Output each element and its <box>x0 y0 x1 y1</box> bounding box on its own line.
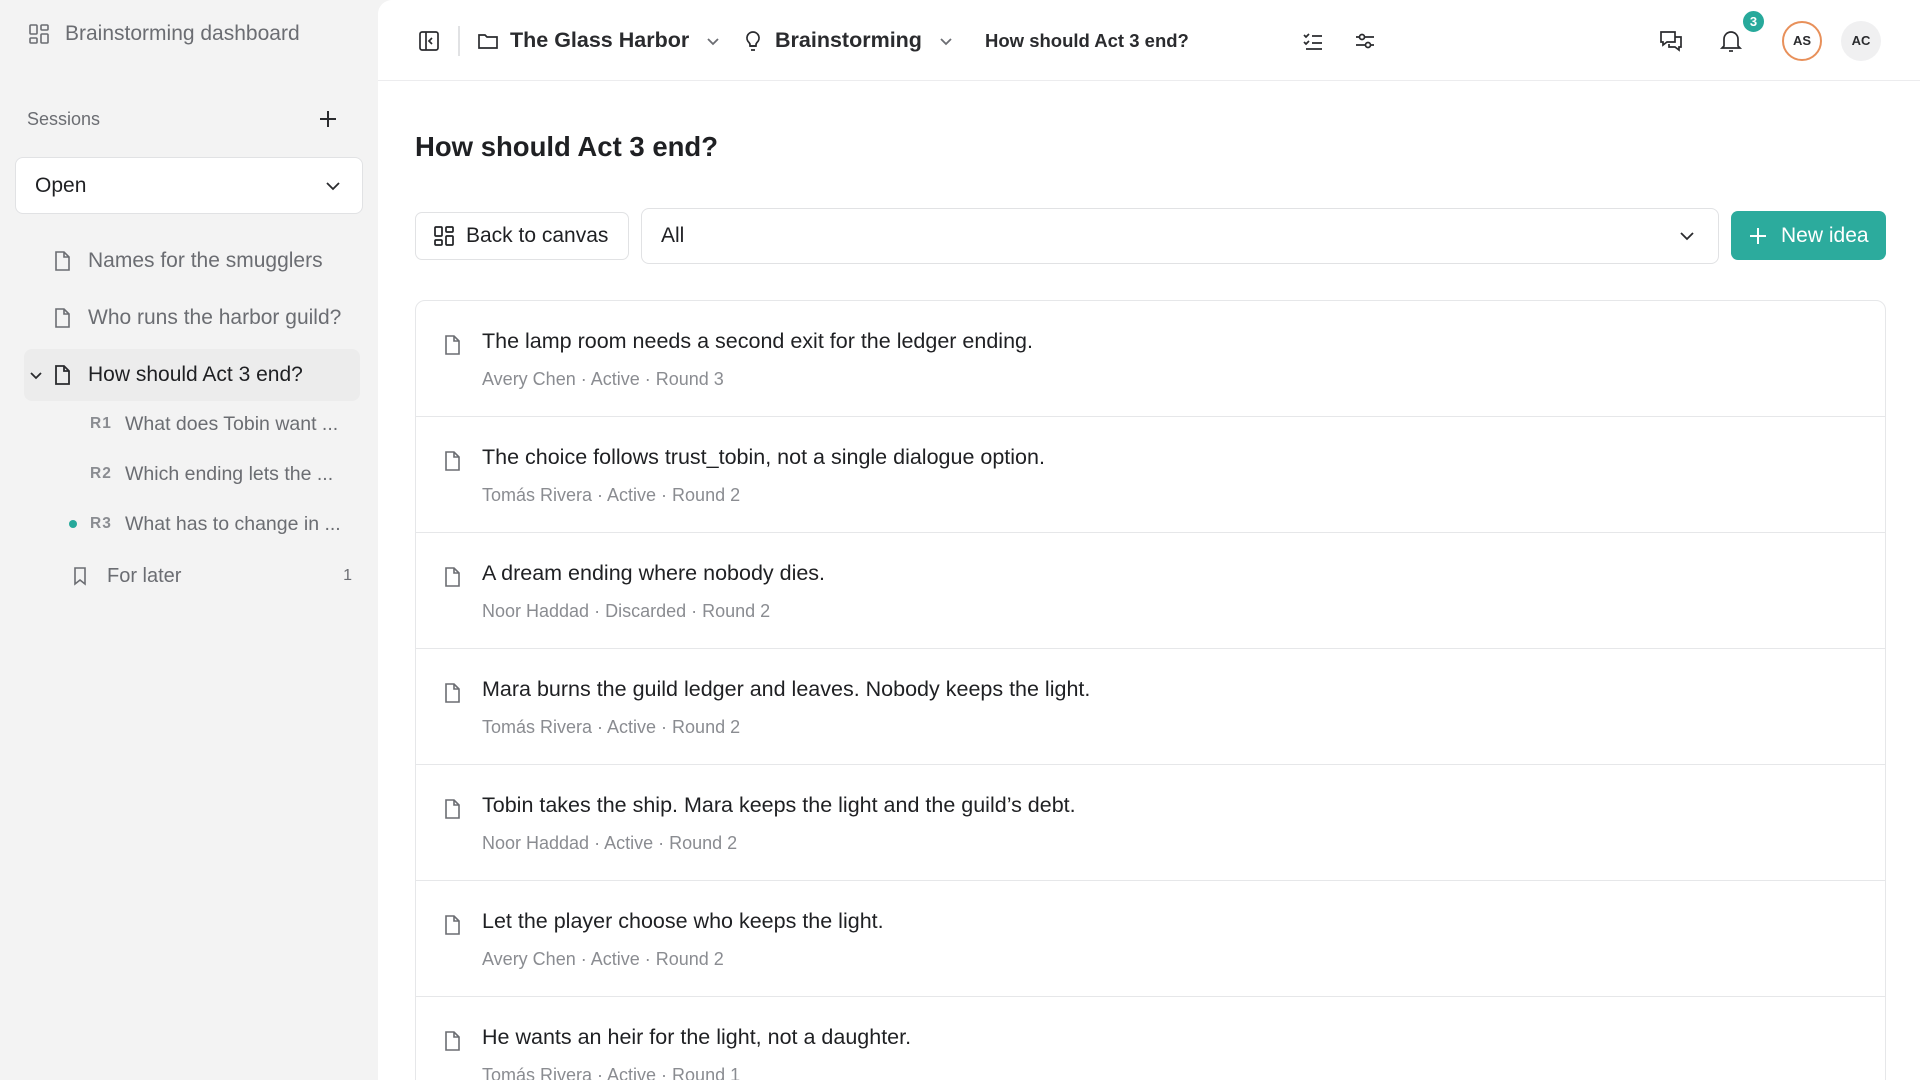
plus-icon <box>320 111 336 127</box>
idea-text: The choice follows trust_tobin, not a si… <box>482 445 1045 469</box>
session-item-label: Names for the smugglers <box>88 249 323 272</box>
idea-row[interactable]: A dream ending where nobody dies. Noor H… <box>416 533 1885 649</box>
add-session-button[interactable] <box>313 104 343 134</box>
idea-row[interactable]: The choice follows trust_tobin, not a si… <box>416 417 1885 533</box>
brand-label: Brainstorming dashboard <box>65 22 300 45</box>
lightbulb-icon <box>746 30 760 51</box>
avatar[interactable]: AS <box>1782 20 1822 61</box>
document-icon <box>445 1031 460 1051</box>
bell-icon[interactable] <box>1717 27 1745 55</box>
mode-name: Brainstorming <box>775 28 922 52</box>
sessions-header: Sessions <box>27 104 343 134</box>
back-to-canvas-button[interactable]: Back to canvas <box>415 212 629 260</box>
current-round-dot <box>69 520 77 528</box>
for-later-item[interactable]: For later 1 <box>70 556 352 596</box>
sessions-label: Sessions <box>27 108 101 129</box>
idea-text: A dream ending where nobody dies. <box>482 561 826 585</box>
round-label: What does Tobin want ... <box>125 412 339 435</box>
idea-text: Let the player choose who keeps the ligh… <box>482 909 884 933</box>
chevron-down-icon <box>326 181 340 190</box>
document-icon <box>445 799 460 819</box>
brand[interactable]: Brainstorming dashboard <box>27 22 300 46</box>
for-later-count: 1 <box>343 567 352 584</box>
idea-row[interactable]: Mara burns the guild ledger and leaves. … <box>416 649 1885 765</box>
idea-row[interactable]: Let the player choose who keeps the ligh… <box>416 881 1885 997</box>
document-icon <box>50 306 74 330</box>
sliders-icon[interactable] <box>1351 27 1379 55</box>
chevron-down-icon <box>1680 232 1694 241</box>
sidebar: Brainstorming dashboard Sessions Open Na… <box>0 0 378 1080</box>
back-to-canvas-label: Back to canvas <box>466 224 609 247</box>
divider <box>458 26 460 56</box>
chevron-down-icon <box>940 37 952 45</box>
page-title: How should Act 3 end? <box>415 131 719 162</box>
chat-icon[interactable] <box>1657 27 1685 55</box>
idea-meta: Noor Haddad · Discarded · Round 2 <box>482 601 771 621</box>
idea-meta: Noor Haddad · Active · Round 2 <box>482 833 738 853</box>
idea-meta: Tomás Rivera · Active · Round 1 <box>482 1065 741 1080</box>
idea-filter-select[interactable]: All <box>641 208 1719 264</box>
session-item-harbor-guild[interactable]: Who runs the harbor guild? <box>24 292 360 344</box>
round-label: What has to change in ... <box>125 512 341 535</box>
breadcrumb-current: How should Act 3 end? <box>985 29 1189 51</box>
round-code: R1 <box>90 415 112 432</box>
idea-list: The lamp room needs a second exit for th… <box>415 300 1886 1080</box>
topbar: The Glass Harbor Brainstorming How shoul… <box>378 0 1920 81</box>
round-item-r2[interactable]: R2 Which ending lets the ... <box>64 454 364 494</box>
new-idea-label: New idea <box>1781 223 1869 247</box>
session-status-value: Open <box>35 173 87 197</box>
idea-meta: Avery Chen · Active · Round 2 <box>482 949 724 969</box>
idea-meta: Tomás Rivera · Active · Round 2 <box>482 717 741 737</box>
mode-switcher[interactable]: Brainstorming <box>741 28 954 53</box>
new-idea-button[interactable]: New idea <box>1731 211 1886 260</box>
document-icon <box>50 249 74 273</box>
checklist-icon[interactable] <box>1299 27 1327 55</box>
round-item-r1[interactable]: R1 What does Tobin want ... <box>64 404 364 444</box>
idea-meta: Tomás Rivera · Active · Round 2 <box>482 485 741 505</box>
plus-icon <box>1750 227 1766 244</box>
idea-filter-value: All <box>661 224 685 247</box>
sidebar-toggle-icon[interactable] <box>415 27 443 55</box>
chevron-down-icon <box>707 37 719 45</box>
round-code: R3 <box>90 515 112 532</box>
document-icon <box>445 567 460 587</box>
document-icon <box>445 335 460 355</box>
round-item-r3[interactable]: R3 What has to change in ... <box>64 504 364 544</box>
round-label: Which ending lets the ... <box>125 462 334 485</box>
session-item-label: How should Act 3 end? <box>88 363 303 386</box>
idea-text: The lamp room needs a second exit for th… <box>482 329 1033 353</box>
folder-icon <box>478 33 498 49</box>
idea-row[interactable]: Tobin takes the ship. Mara keeps the lig… <box>416 765 1885 881</box>
notification-badge: 3 <box>1741 9 1766 34</box>
idea-text: Mara burns the guild ledger and leaves. … <box>482 677 1091 701</box>
document-icon <box>445 451 460 471</box>
chevron-down-icon[interactable] <box>24 363 48 387</box>
idea-row[interactable]: He wants an heir for the light, not a da… <box>416 997 1885 1080</box>
grid-icon <box>434 226 454 246</box>
session-item-act3[interactable]: How should Act 3 end? <box>24 349 360 401</box>
project-name: The Glass Harbor <box>510 28 690 52</box>
round-code: R2 <box>90 465 112 482</box>
idea-text: Tobin takes the ship. Mara keeps the lig… <box>482 793 1076 817</box>
session-status-select[interactable]: Open <box>15 157 363 214</box>
document-icon <box>50 363 74 387</box>
idea-text: He wants an heir for the light, not a da… <box>482 1025 912 1049</box>
avatar[interactable]: AC <box>1841 20 1881 61</box>
idea-row[interactable]: The lamp room needs a second exit for th… <box>416 301 1885 417</box>
document-icon <box>445 683 460 703</box>
project-switcher[interactable]: The Glass Harbor <box>476 28 721 53</box>
main-panel: The Glass Harbor Brainstorming How shoul… <box>378 0 1920 1080</box>
idea-meta: Avery Chen · Active · Round 3 <box>482 369 724 389</box>
session-item-smugglers[interactable]: Names for the smugglers <box>24 235 360 287</box>
for-later-label: For later <box>107 564 182 587</box>
bookmark-icon <box>74 567 86 586</box>
dashboard-icon <box>29 24 49 44</box>
document-icon <box>445 915 460 935</box>
session-item-label: Who runs the harbor guild? <box>88 306 342 329</box>
